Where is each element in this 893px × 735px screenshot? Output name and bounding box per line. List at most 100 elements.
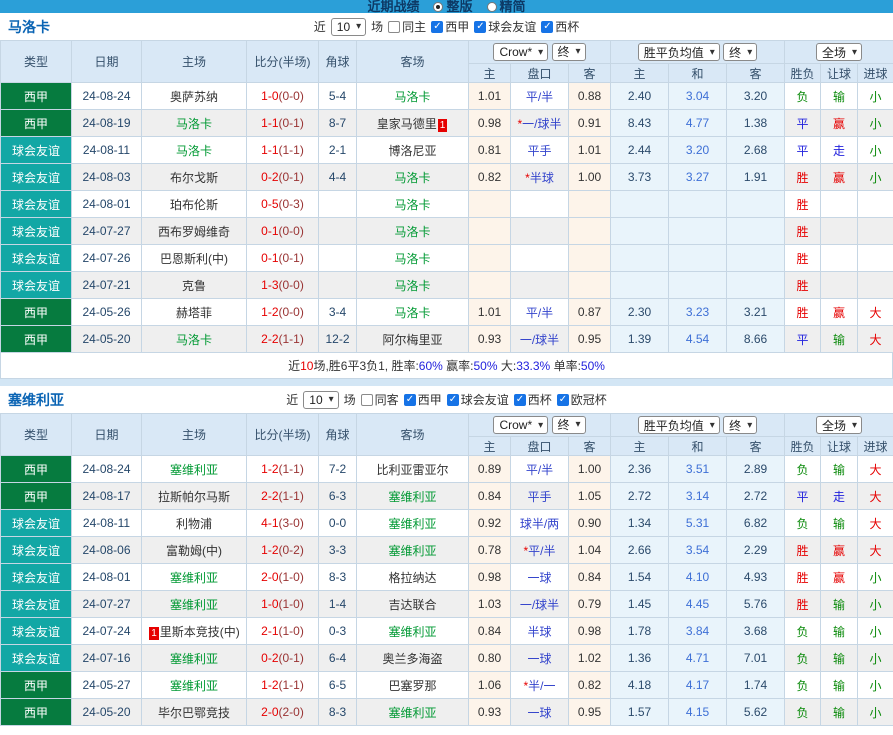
final-odds-select[interactable]: 终 [552,43,586,61]
league-filter-checkbox[interactable]: 球会友谊 [447,391,509,408]
checkbox-checked-icon [447,394,459,406]
halftime-score: (0-0) [279,305,304,319]
col-header-date: 日期 [72,414,142,456]
rank-badge: 1 [149,627,159,640]
radio-compact-version[interactable]: 精简 [487,0,526,13]
halftime-score: (1-1) [279,489,304,503]
radio-full-version[interactable]: 整版 [433,0,472,13]
scope-select[interactable]: 全场 [816,43,862,61]
team-name: 阿尔梅里亚 [382,333,442,347]
score-cell: 1-2(1-1) [247,456,319,483]
final-odds-select-2[interactable]: 终 [723,43,757,61]
final-odds-select-2[interactable]: 终 [723,416,757,434]
team-name: 西布罗姆维奇 [158,225,230,239]
avg-away-odds-cell [727,272,785,299]
away-water-cell: 1.00 [569,164,611,191]
league-type-cell: 西甲 [1,456,72,483]
goals-result-cell: 小 [858,672,893,699]
summary-segment: 60% [419,359,443,373]
rank-badge: 1 [438,119,448,132]
score-cell: 1-3(0-0) [247,272,319,299]
away-team-cell: 阿尔梅里亚 [357,326,469,353]
avg-type-select[interactable]: 胜平负均值 [638,43,720,61]
corner-cell: 6-5 [319,672,357,699]
same-home-checkbox[interactable]: 同主 [388,18,426,35]
corner-cell: 2-1 [319,137,357,164]
away-team-cell: 塞维利亚 [357,618,469,645]
halftime-score: (1-0) [279,597,304,611]
away-team-cell: 奥兰多海盗 [357,645,469,672]
scope-select[interactable]: 全场 [816,416,862,434]
handicap-result-cell: 赢 [821,537,858,564]
home-team-cell: 赫塔菲 [142,299,247,326]
league-filter-checkbox[interactable]: 西甲 [404,391,442,408]
league-type-cell: 球会友谊 [1,272,72,299]
avg-home-odds-cell: 1.34 [611,510,669,537]
home-water-cell: 0.93 [469,326,511,353]
fulltime-score: 1-2 [261,305,278,319]
away-team-cell: 塞维利亚 [357,510,469,537]
away-team-cell: 比利亚雷亚尔 [357,456,469,483]
away-water-cell: 1.00 [569,456,611,483]
bookmaker-select[interactable]: Crow* [493,43,548,61]
date-cell: 24-07-26 [72,245,142,272]
star-marker: * [525,171,530,185]
goals-result-cell: 大 [858,537,893,564]
avg-away-odds-cell: 2.29 [727,537,785,564]
home-water-cell: 0.89 [469,456,511,483]
home-team-cell: 塞维利亚 [142,672,247,699]
result-cell: 平 [785,110,821,137]
match-row: 球会友谊24-08-11马洛卡1-1(1-1)2-1博洛尼亚0.81平手1.01… [1,137,893,164]
avg-draw-odds-cell: 3.84 [669,618,727,645]
date-cell: 24-05-26 [72,299,142,326]
handicap-cell: 半球 [511,618,569,645]
away-team-cell: 马洛卡 [357,191,469,218]
summary-segment: 50% [474,359,498,373]
avg-home-odds-cell: 1.36 [611,645,669,672]
bookmaker-select[interactable]: Crow* [493,416,548,434]
halftime-score: (1-1) [279,143,304,157]
score-cell: 2-2(1-1) [247,483,319,510]
match-row: 球会友谊24-08-03布尔戈斯0-2(0-1)4-4马洛卡0.82*半球1.0… [1,164,893,191]
goals-result-cell: 大 [858,483,893,510]
halftime-score: (1-0) [279,624,304,638]
team-name: 塞维利亚 [170,652,218,666]
match-count-select[interactable]: 10 [303,391,338,409]
final-odds-select[interactable]: 终 [552,416,586,434]
corner-cell: 0-3 [319,618,357,645]
avg-away-odds-cell: 3.21 [727,299,785,326]
handicap-cell: 平/半 [511,299,569,326]
team-name: 塞维利亚 [170,679,218,693]
col-header-date: 日期 [72,41,142,83]
same-away-checkbox[interactable]: 同客 [361,391,399,408]
away-team-cell: 马洛卡 [357,218,469,245]
home-team-cell: 塞维利亚 [142,456,247,483]
avg-type-select[interactable]: 胜平负均值 [638,416,720,434]
league-filter-checkbox[interactable]: 西杯 [541,18,579,35]
league-type-cell: 西甲 [1,672,72,699]
fulltime-score: 1-2 [261,678,278,692]
score-cell: 1-1(1-1) [247,137,319,164]
handicap-result-cell [821,218,858,245]
avg-away-odds-cell: 5.76 [727,591,785,618]
result-cell: 胜 [785,245,821,272]
fulltime-score: 1-3 [261,278,278,292]
corner-cell: 0-0 [319,510,357,537]
avg-draw-odds-cell: 3.23 [669,299,727,326]
fulltime-score: 0-5 [261,197,278,211]
match-row: 球会友谊24-07-21克鲁1-3(0-0)马洛卡胜 [1,272,893,299]
filter-bar: 近 10 场 同主 西甲球会友谊西杯 [0,18,893,36]
checkbox-checked-icon [404,394,416,406]
home-team-cell: 毕尔巴鄂竞技 [142,699,247,726]
corner-cell: 4-4 [319,164,357,191]
league-filter-checkbox[interactable]: 西甲 [431,18,469,35]
league-filter-checkbox[interactable]: 欧冠杯 [557,391,607,408]
home-water-cell: 1.06 [469,672,511,699]
team-name: 马洛卡 [176,333,212,347]
league-filter-checkbox[interactable]: 球会友谊 [474,18,536,35]
home-team-cell: 奥萨苏纳 [142,83,247,110]
home-team-cell: 马洛卡 [142,326,247,353]
league-filter-checkbox[interactable]: 西杯 [514,391,552,408]
result-cell: 负 [785,456,821,483]
match-count-select[interactable]: 10 [331,18,366,36]
